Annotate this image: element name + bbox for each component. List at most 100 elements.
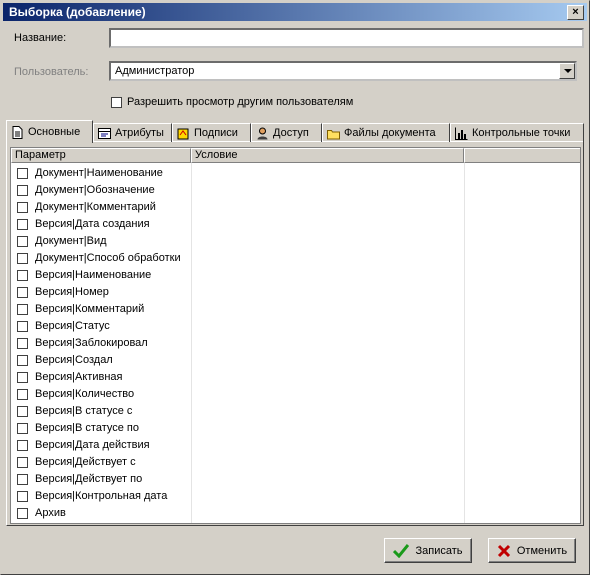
cross-icon [497,544,510,557]
save-button[interactable]: Записать [384,538,472,563]
tab-files[interactable]: Файлы документа [322,123,450,142]
tab-signatures[interactable]: Подписи [172,123,251,142]
column-header-extra[interactable] [464,148,580,163]
row-parameter: Версия|Номер [35,286,109,298]
name-input[interactable] [109,28,584,48]
row-parameter: Версия|Дата действия [35,439,150,451]
chart-icon [455,127,468,140]
tab-label: Доступ [273,127,309,139]
row-parameter: Версия|Количество [35,388,135,400]
table-row[interactable]: Архив [11,505,580,522]
access-icon [257,127,268,139]
window-title: Выборка (добавление) [9,5,146,19]
row-parameter: Версия|Действует с [35,456,136,468]
chevron-down-icon[interactable] [559,63,575,79]
row-parameter: Версия|В статусе с [35,405,133,417]
tab-access[interactable]: Доступ [251,123,322,142]
table-row[interactable]: Документ|Наименование [11,165,580,182]
row-parameter: Версия|Дата создания [35,218,150,230]
tab-label: Файлы документа [344,127,436,139]
table-row[interactable]: Версия|Создал [11,352,580,369]
cancel-button[interactable]: Отменить [488,538,576,563]
row-checkbox[interactable] [17,372,28,383]
row-checkbox[interactable] [17,219,28,230]
table-row[interactable]: Версия|Действует по [11,471,580,488]
row-parameter: Версия|Наименование [35,269,152,281]
row-checkbox[interactable] [17,168,28,179]
tab-label: Контрольные точки [472,127,571,139]
table-row[interactable]: Документ|Комментарий [11,199,580,216]
row-checkbox[interactable] [17,270,28,281]
signatures-icon [177,128,189,139]
row-checkbox[interactable] [17,389,28,400]
title-bar: Выборка (добавление) × [3,3,587,21]
row-checkbox[interactable] [17,406,28,417]
table-row[interactable]: Версия|В статусе по [11,420,580,437]
row-checkbox[interactable] [17,321,28,332]
row-parameter: Версия|Активная [35,371,123,383]
row-parameter: Версия|Контрольная дата [35,490,168,502]
tab-label: Основные [28,126,81,138]
table-row[interactable]: Версия|Номер [11,284,580,301]
row-parameter: Документ|Вид [35,235,107,247]
tab-attributes[interactable]: Атрибуты [93,123,172,142]
row-parameter: Версия|Действует по [35,473,143,485]
table-row[interactable]: Версия|Заблокировал [11,335,580,352]
attributes-icon [98,127,111,139]
tab-checkpoints[interactable]: Контрольные точки [450,123,584,142]
row-parameter: Документ|Наименование [35,167,163,179]
folder-icon [327,129,340,139]
table-row[interactable]: Версия|Активная [11,369,580,386]
row-checkbox[interactable] [17,185,28,196]
row-parameter: Документ|Способ обработки [35,252,181,264]
row-parameter: Версия|Заблокировал [35,337,148,349]
table-row[interactable]: Версия|Действует с [11,454,580,471]
row-parameter: Документ|Комментарий [35,201,156,213]
row-checkbox[interactable] [17,253,28,264]
row-checkbox[interactable] [17,423,28,434]
row-checkbox[interactable] [17,474,28,485]
tab-label: Подписи [194,127,238,139]
row-checkbox[interactable] [17,287,28,298]
grid-header: Параметр Условие [11,148,580,163]
column-header-parameter[interactable]: Параметр [11,148,191,163]
user-label: Пользователь: [14,66,89,78]
row-checkbox[interactable] [17,440,28,451]
name-label: Название: [14,32,67,44]
checkmark-icon [393,543,410,558]
table-row[interactable]: Документ|Обозначение [11,182,580,199]
row-checkbox[interactable] [17,491,28,502]
parameter-grid[interactable]: Параметр Условие Документ|Наименование До… [10,147,581,524]
row-checkbox[interactable] [17,508,28,519]
table-row[interactable]: Документ|Вид [11,233,580,250]
table-row[interactable]: Версия|Статус [11,318,580,335]
row-parameter: Версия|Создал [35,354,113,366]
table-row[interactable]: Версия|Количество [11,386,580,403]
table-row[interactable]: Версия|Наименование [11,267,580,284]
save-button-label: Записать [415,544,463,557]
row-parameter: Версия|Комментарий [35,303,145,315]
cancel-button-label: Отменить [516,544,568,557]
user-select[interactable]: Администратор [109,61,577,81]
row-checkbox[interactable] [17,236,28,247]
document-icon [12,125,23,139]
row-parameter: Архив [35,507,66,519]
row-parameter: Документ|Обозначение [35,184,155,196]
row-checkbox[interactable] [17,355,28,366]
row-checkbox[interactable] [17,338,28,349]
column-header-condition[interactable]: Условие [191,148,464,163]
table-row[interactable]: Версия|В статусе с [11,403,580,420]
share-checkbox[interactable] [111,97,122,108]
share-label: Разрешить просмотр другим пользователям [127,96,354,108]
table-row[interactable]: Версия|Контрольная дата [11,488,580,505]
row-checkbox[interactable] [17,304,28,315]
table-row[interactable]: Документ|Способ обработки [11,250,580,267]
tab-label: Атрибуты [115,127,164,139]
row-checkbox[interactable] [17,202,28,213]
table-row[interactable]: Версия|Дата действия [11,437,580,454]
table-row[interactable]: Версия|Комментарий [11,301,580,318]
table-row[interactable]: Версия|Дата создания [11,216,580,233]
row-checkbox[interactable] [17,457,28,468]
tab-basic[interactable]: Основные [6,120,93,143]
close-button[interactable]: × [567,5,584,20]
